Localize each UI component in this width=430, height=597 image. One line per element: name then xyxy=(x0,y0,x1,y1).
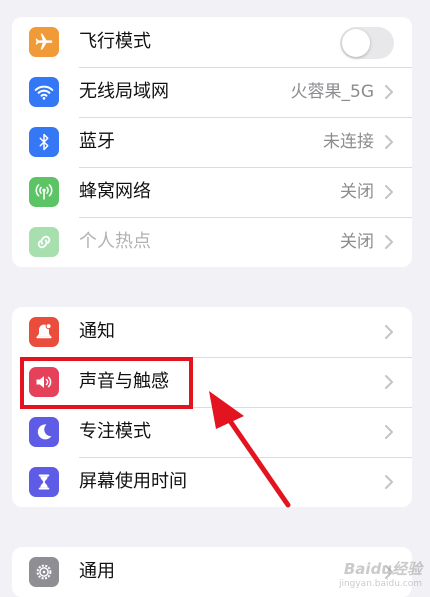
watermark-url: jingyan.baidu.com xyxy=(338,579,422,589)
watermark: Baidu经验 jingyan.baidu.com xyxy=(339,558,422,589)
watermark-text: Baidu经验 xyxy=(343,560,422,578)
annotation-arrow xyxy=(209,391,291,508)
